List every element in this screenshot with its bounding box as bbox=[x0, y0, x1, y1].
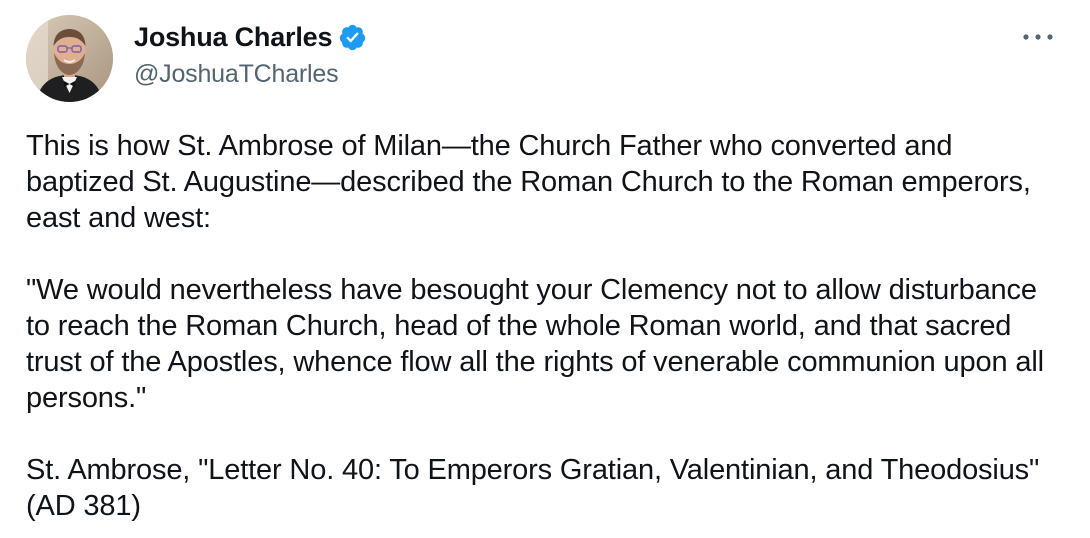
author-name-row: Joshua Charles bbox=[134, 20, 367, 54]
tweet-paragraph-intro: This is how St. Ambrose of Milan—the Chu… bbox=[26, 130, 1031, 234]
verified-badge-icon[interactable] bbox=[338, 23, 367, 52]
tweet-text: This is how St. Ambrose of Milan—the Chu… bbox=[26, 128, 1066, 524]
author-avatar[interactable] bbox=[26, 15, 113, 102]
author-handle[interactable]: @JoshuaTCharles bbox=[134, 58, 339, 90]
more-options-button[interactable] bbox=[1016, 20, 1060, 54]
tweet-paragraph-quote: "We would nevertheless have besought you… bbox=[26, 274, 1044, 414]
ellipsis-icon bbox=[1023, 34, 1053, 40]
tweet-card: Joshua Charles @JoshuaTCharles This is h… bbox=[0, 0, 1090, 538]
tweet-paragraph-citation: St. Ambrose, "Letter No. 40: To Emperors… bbox=[26, 454, 1040, 522]
avatar-photo bbox=[26, 15, 113, 102]
author-display-name[interactable]: Joshua Charles bbox=[134, 20, 332, 54]
